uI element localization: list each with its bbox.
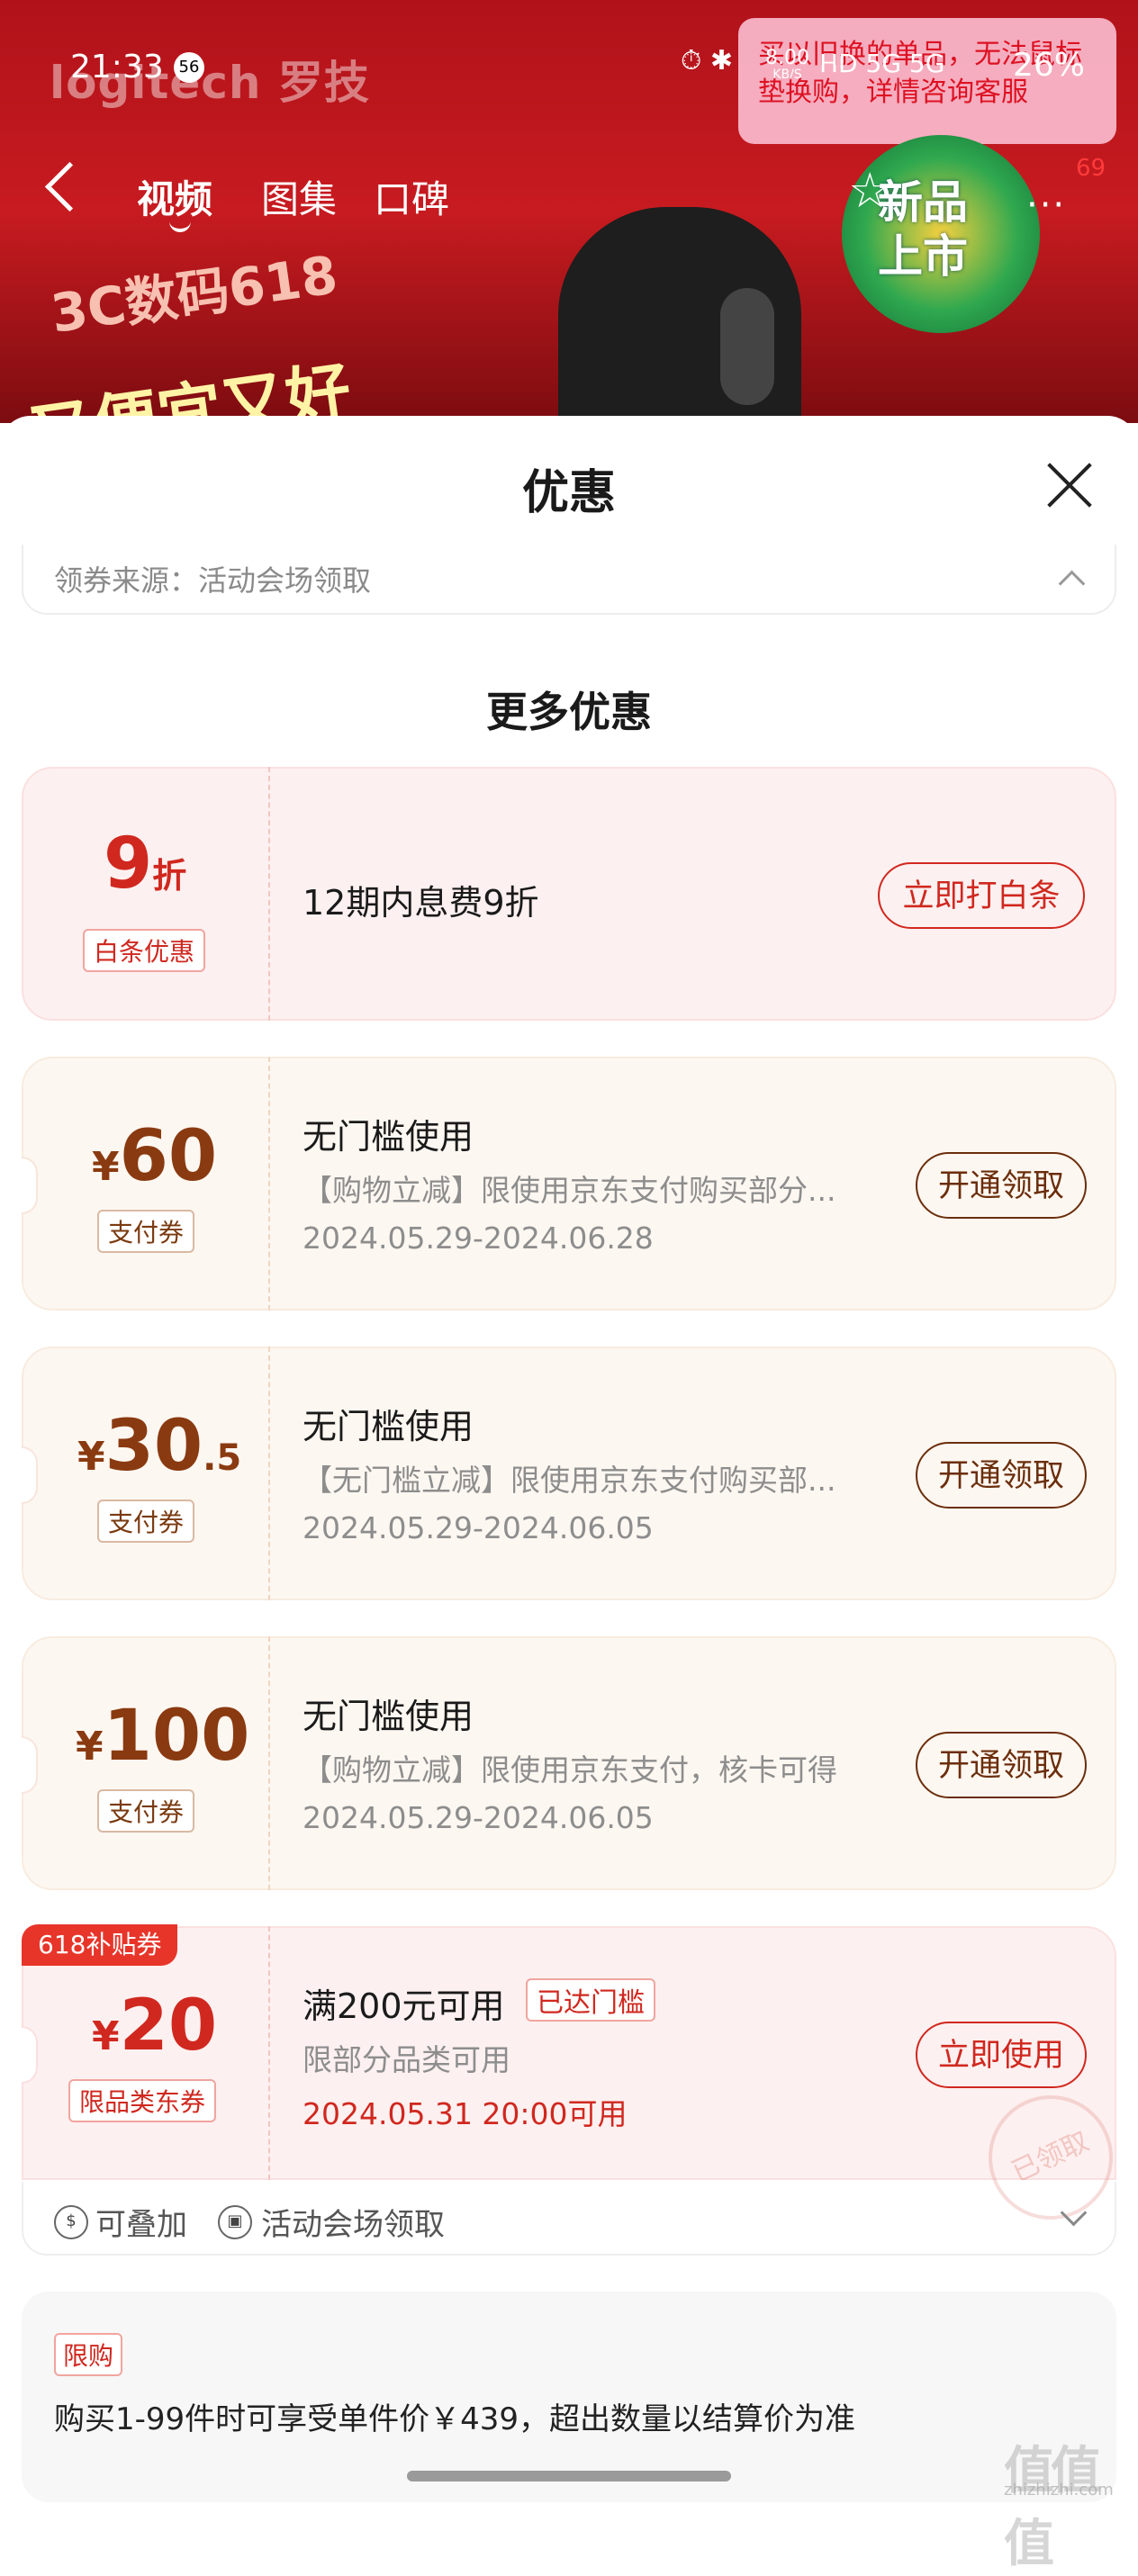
card-notch [22, 1736, 38, 1794]
currency-symbol: ¥ [77, 1434, 105, 1480]
offer-description: 限部分品类可用 [303, 2042, 510, 2077]
offer-title: 无门槛使用 [303, 1697, 474, 1736]
card-divider [268, 1347, 270, 1600]
coupon-source-label: 领券来源：活动会场领取 [54, 563, 372, 598]
coupon-type-tag: 支付券 [97, 1789, 195, 1833]
discount-unit: 折 [152, 856, 187, 896]
offer-description: 【购物立减】限使用京东支付，核卡可得 [303, 1752, 837, 1788]
claim-coupon-button[interactable]: 开通领取 [916, 1442, 1087, 1509]
discount-value: 9折 [104, 824, 186, 905]
coupon-amount-number: 100 [103, 1696, 250, 1777]
card-divider [268, 767, 270, 1021]
offer-validity: 2024.05.29-2024.06.28 [303, 1220, 654, 1256]
card-divider [268, 1636, 270, 1890]
offer-title: 无门槛使用 [303, 1407, 474, 1446]
discount-number: 9 [104, 824, 153, 905]
coupon-amount: ¥100 [76, 1696, 249, 1777]
purchase-limit-text: 购买1-99件时可享受单件价￥439，超出数量以结算价为准 [54, 2401, 856, 2437]
threshold-reached-tag: 已达门槛 [526, 1978, 655, 2022]
claim-coupon-button[interactable]: 开通领取 [916, 1152, 1087, 1219]
offer-description: 【无门槛立减】限使用京东支付购买部... [303, 1463, 836, 1498]
network-speed-value: 8.00 [765, 47, 809, 69]
card-notch [22, 1446, 38, 1504]
star-icon[interactable]: ☆ [848, 162, 891, 219]
offer-title: 无门槛使用 [303, 1117, 474, 1157]
coupon-amount-number: 60 [119, 1116, 218, 1197]
tab-gallery[interactable]: 图集 [261, 169, 337, 224]
more-menu-icon[interactable]: ··· [1026, 185, 1066, 226]
coupon-amount-decimal: .5 [203, 1437, 242, 1479]
mouse-wheel-image [720, 288, 774, 405]
tab-reviews[interactable]: 口碑 [374, 169, 449, 224]
offer-validity: 2024.05.31 20:00可用 [303, 2096, 628, 2131]
offer-validity: 2024.05.29-2024.06.05 [303, 1800, 654, 1835]
offer-title: 满200元可用 [303, 1986, 505, 2026]
use-coupon-button[interactable]: 立即使用 [916, 2022, 1087, 2088]
notification-badge: 56 [174, 52, 204, 83]
source-label: 活动会场领取 [261, 2207, 445, 2243]
card-notch [22, 1157, 38, 1214]
currency-symbol: ¥ [76, 1724, 104, 1770]
activate-baitiao-button[interactable]: 立即打白条 [878, 862, 1085, 929]
message-count-badge: 69 [1076, 155, 1106, 182]
coupon-type-tag: 白条优惠 [83, 929, 206, 972]
claim-coupon-button[interactable]: 开通领取 [916, 1732, 1087, 1798]
coupon-amount: ¥20 [92, 1986, 217, 2067]
status-time: 21:33 [70, 49, 164, 86]
ticket-icon: ▣ [218, 2205, 252, 2239]
coupon-amount-number: 20 [119, 1986, 218, 2067]
status-icons: ⏱ ✱ [681, 45, 734, 77]
subsidy-ribbon: 618补贴券 [22, 1924, 178, 1966]
offer-validity: 2024.05.29-2024.06.05 [303, 1510, 654, 1545]
stackable-label: 可叠加 [95, 2207, 187, 2243]
stackable-icon: $ [54, 2205, 88, 2239]
site-watermark-url: zhizhizhi.com [1004, 2481, 1114, 2499]
signal-icons: HD 5G 5G [819, 49, 945, 78]
card-divider [268, 1926, 270, 2180]
card-divider [268, 1057, 270, 1311]
coupon-type-tag: 限品类东券 [68, 2079, 217, 2122]
offer-title: 12期内息费9折 [303, 883, 539, 923]
battery-level: 26% [1013, 47, 1086, 84]
close-icon[interactable] [1044, 459, 1095, 509]
coupon-type-tag: 支付券 [97, 1210, 195, 1253]
new-product-badge-label: 新品上市 [878, 176, 968, 283]
home-indicator[interactable] [407, 2471, 731, 2481]
card-notch [22, 2026, 38, 2084]
network-speed: 8.00 KB/S [765, 47, 809, 83]
offer-description: 【购物立减】限使用京东支付购买部分... [303, 1173, 836, 1208]
coupon-amount: ¥30.5 [77, 1406, 241, 1487]
coupon-amount-number: 30 [104, 1406, 203, 1487]
more-offers-title: 更多优惠 [486, 688, 652, 736]
currency-symbol: ¥ [92, 2013, 120, 2059]
coupon-amount: ¥60 [92, 1116, 217, 1197]
site-watermark: 值值值 [1004, 2442, 1101, 2573]
purchase-limit-tag: 限购 [54, 2333, 123, 2376]
tab-video[interactable]: 视频 [137, 169, 212, 224]
sheet-title: 优惠 [521, 466, 616, 520]
coupon-type-tag: 支付券 [97, 1500, 195, 1543]
currency-symbol: ¥ [92, 1144, 120, 1190]
